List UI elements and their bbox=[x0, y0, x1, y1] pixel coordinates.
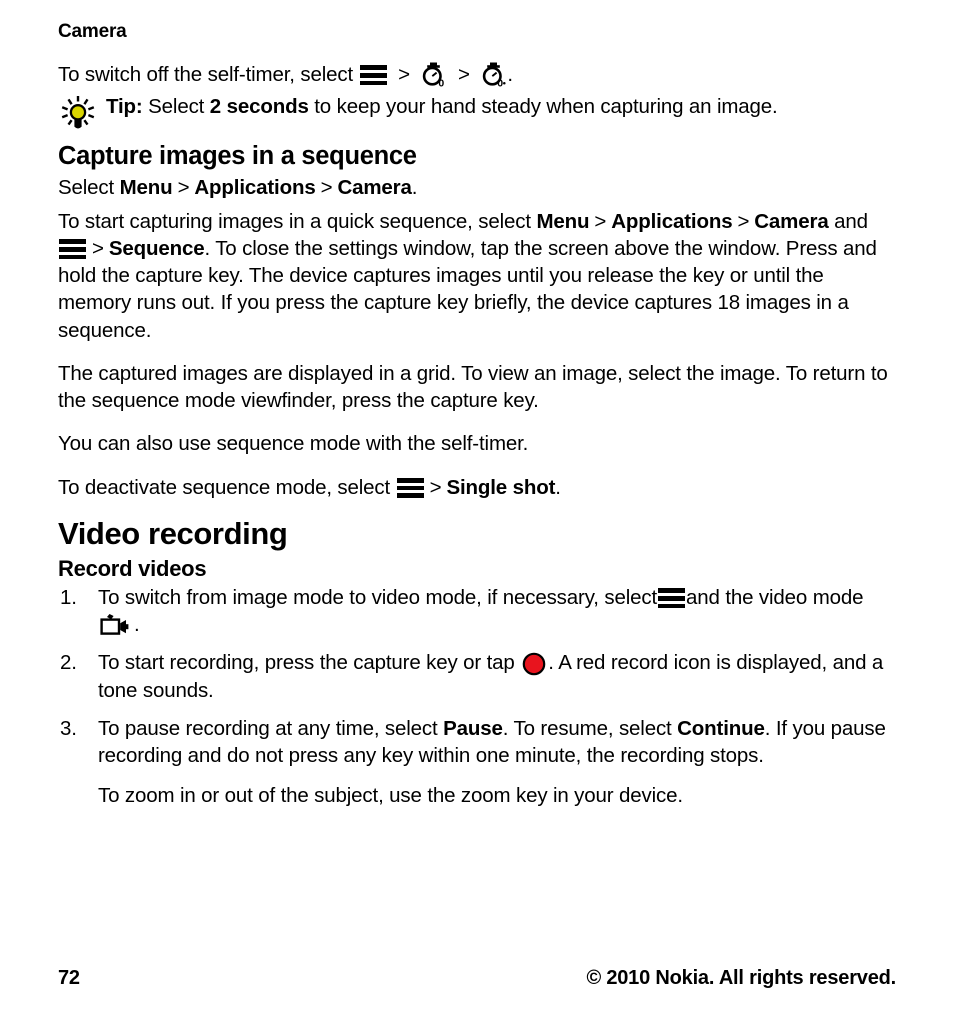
select-prefix: Select bbox=[58, 176, 115, 200]
menu-path-applications: Applications bbox=[194, 176, 316, 200]
capture-sequence-paragraph-1: To start capturing images in a quick seq… bbox=[58, 208, 896, 344]
step1-text-b: and the video mode bbox=[686, 585, 864, 609]
path-separator-8: > bbox=[429, 475, 442, 499]
self-timer-off-text-before: To switch off the self-timer, select bbox=[58, 62, 354, 86]
tip-callout: Tip: Select 2 seconds to keep your hand … bbox=[58, 94, 896, 129]
step-number: 3. bbox=[60, 716, 77, 740]
para1-text-a: To start capturing images in a quick seq… bbox=[58, 209, 531, 233]
para4-single-shot: Single shot bbox=[446, 475, 556, 499]
copyright-notice: © 2010 Nokia. All rights reserved. bbox=[586, 967, 896, 989]
tip-emphasis: 2 seconds bbox=[209, 95, 309, 119]
list-item: 3. To pause recording at any time, select… bbox=[58, 715, 896, 810]
path-separator: > bbox=[398, 62, 410, 86]
path-separator-4: > bbox=[320, 176, 333, 200]
tip-text-before: Select bbox=[142, 95, 210, 119]
page-footer: 72 © 2010 Nokia. All rights reserved. bbox=[58, 967, 896, 990]
self-timer-off-icon: 0 bbox=[421, 62, 446, 89]
path-separator-6: > bbox=[737, 209, 750, 233]
menu-path-camera: Camera bbox=[337, 176, 412, 200]
menu-hamburger-icon bbox=[658, 588, 686, 609]
path-separator-7: > bbox=[92, 236, 104, 260]
para1-menu: Menu bbox=[536, 209, 590, 233]
para1-sequence: Sequence bbox=[108, 236, 205, 260]
subsection-heading-record-videos: Record videos bbox=[58, 555, 207, 581]
chapter-heading-video-recording: Video recording bbox=[58, 515, 288, 551]
para4-text-b: . bbox=[555, 475, 561, 499]
list-item: 2. To start recording, press the capture … bbox=[58, 649, 896, 704]
step3-pause: Pause bbox=[443, 716, 503, 740]
manual-page: Camera To switch off the self-timer, sel… bbox=[0, 0, 954, 1036]
para1-camera: Camera bbox=[754, 209, 829, 233]
section-heading-capture-sequence: Capture images in a sequence bbox=[58, 142, 417, 171]
step3-text-b: . To resume, select bbox=[502, 716, 678, 740]
para4-text-a: To deactivate sequence mode, select bbox=[58, 475, 391, 499]
capture-sequence-paragraph-3: You can also use sequence mode with the … bbox=[58, 432, 529, 456]
tip-text-after: to keep your hand steady when capturing … bbox=[308, 95, 778, 119]
step-number: 2. bbox=[60, 651, 77, 675]
svg-text:0: 0 bbox=[498, 77, 504, 88]
menu-path-menu: Menu bbox=[119, 176, 173, 200]
record-videos-steps: 1. To switch from image mode to video mod… bbox=[58, 584, 896, 810]
running-header: Camera bbox=[58, 21, 127, 42]
list-item: 1. To switch from image mode to video mod… bbox=[58, 584, 896, 639]
page-number: 72 bbox=[58, 967, 80, 989]
tip-label: Tip: bbox=[106, 95, 143, 119]
menu-hamburger-icon bbox=[59, 239, 86, 260]
step3-continue: Continue bbox=[677, 716, 765, 740]
path-separator-3: > bbox=[177, 176, 190, 200]
capture-sequence-menu-path: Select Menu > Applications > Camera. bbox=[58, 174, 896, 201]
para1-text-b: and bbox=[828, 209, 868, 233]
step3-sub-paragraph: To zoom in or out of the subject, use th… bbox=[98, 784, 683, 808]
self-timer-off-paragraph: To switch off the self-timer, select > 0… bbox=[58, 61, 896, 89]
step2-text-a: To start recording, press the capture ke… bbox=[98, 651, 515, 675]
menu-path-suffix: . bbox=[411, 176, 418, 200]
self-timer-off-text-after: . bbox=[507, 62, 513, 86]
svg-text:0: 0 bbox=[439, 77, 445, 88]
record-button-icon bbox=[522, 652, 546, 676]
step1-text-a: To switch from image mode to video mode,… bbox=[98, 585, 658, 609]
menu-hamburger-icon bbox=[359, 65, 387, 86]
step-number: 1. bbox=[60, 585, 77, 609]
tip-text: Tip: Select 2 seconds to keep your hand … bbox=[106, 94, 778, 121]
self-timer-off-selected-icon: 0 bbox=[481, 62, 506, 89]
step3-text-a: To pause recording at any time, select bbox=[98, 716, 444, 740]
menu-hamburger-icon bbox=[396, 478, 424, 498]
capture-sequence-paragraph-4: To deactivate sequence mode, select > Sin… bbox=[58, 474, 896, 501]
path-separator-2: > bbox=[458, 62, 470, 86]
lightbulb-tip-icon bbox=[58, 95, 98, 129]
video-mode-icon bbox=[100, 613, 132, 637]
step1-text-c: . bbox=[134, 613, 140, 637]
capture-sequence-paragraph-2: The captured images are displayed in a g… bbox=[58, 361, 888, 413]
path-separator-5: > bbox=[594, 209, 607, 233]
para1-applications: Applications bbox=[611, 209, 733, 233]
